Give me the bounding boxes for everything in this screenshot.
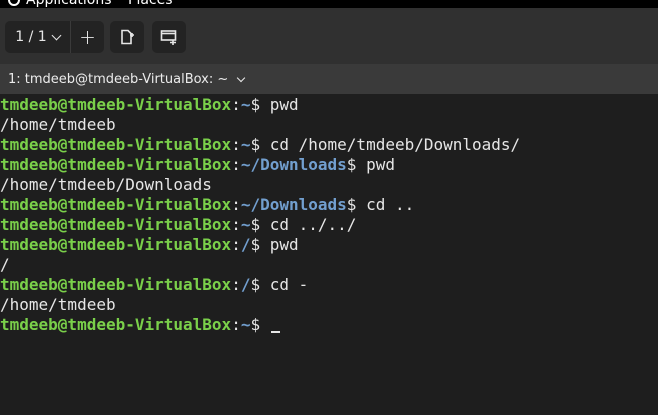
new-split-button[interactable] bbox=[110, 21, 144, 53]
chevron-down-icon bbox=[51, 30, 62, 40]
top-panel: Applications Places bbox=[0, 0, 658, 8]
prompt-symbol: $ bbox=[250, 215, 270, 234]
prompt-separator: : bbox=[231, 235, 241, 254]
prompt-line: tmdeeb@tmdeeb-VirtualBox:~$ cd /home/tmd… bbox=[0, 135, 658, 155]
prompt-symbol: $ bbox=[250, 135, 270, 154]
new-split-icon bbox=[121, 29, 134, 45]
applications-label: Applications bbox=[26, 0, 112, 8]
places-menu[interactable]: Places bbox=[128, 0, 173, 8]
chevron-down-icon bbox=[237, 73, 246, 82]
command-text: pwd bbox=[366, 155, 395, 174]
tab-count-dropdown[interactable]: 1 / 1 bbox=[5, 21, 71, 53]
tab-bar: 1: tmdeeb@tmdeeb-VirtualBox: ~ bbox=[0, 64, 658, 94]
prompt-user-host: tmdeeb@tmdeeb-VirtualBox bbox=[0, 315, 232, 334]
command-text: cd ../../ bbox=[269, 215, 357, 234]
terminal-output[interactable]: tmdeeb@tmdeeb-VirtualBox:~$ pwd/home/tmd… bbox=[0, 94, 658, 415]
prompt-line: tmdeeb@tmdeeb-VirtualBox:~$ bbox=[0, 315, 658, 335]
places-label: Places bbox=[128, 0, 173, 8]
prompt-line: tmdeeb@tmdeeb-VirtualBox:~/Downloads$ pw… bbox=[0, 155, 658, 175]
prompt-symbol: $ bbox=[250, 275, 270, 294]
prompt-line: tmdeeb@tmdeeb-VirtualBox:/$ cd - bbox=[0, 275, 658, 295]
prompt-separator: : bbox=[231, 135, 241, 154]
text-cursor bbox=[270, 331, 280, 333]
prompt-separator: : bbox=[231, 275, 241, 294]
prompt-separator: : bbox=[231, 155, 241, 174]
prompt-symbol: $ bbox=[250, 95, 270, 114]
prompt-separator: : bbox=[231, 95, 241, 114]
prompt-user-host: tmdeeb@tmdeeb-VirtualBox bbox=[0, 235, 232, 254]
prompt-separator: : bbox=[231, 195, 241, 214]
new-window-button[interactable] bbox=[152, 21, 186, 53]
output-line: /home/tmdeeb bbox=[0, 295, 116, 314]
command-text: cd /home/tmdeeb/Downloads/ bbox=[269, 135, 521, 154]
prompt-user-host: tmdeeb@tmdeeb-VirtualBox bbox=[0, 135, 232, 154]
prompt-directory: ~/Downloads bbox=[240, 155, 347, 174]
output-line: / bbox=[0, 255, 10, 274]
prompt-separator: : bbox=[231, 215, 241, 234]
tab-1[interactable]: 1: tmdeeb@tmdeeb-VirtualBox: ~ bbox=[8, 64, 246, 94]
prompt-directory: ~/Downloads bbox=[240, 195, 347, 214]
prompt-user-host: tmdeeb@tmdeeb-VirtualBox bbox=[0, 275, 232, 294]
prompt-separator: : bbox=[231, 315, 241, 334]
tab-switcher: 1 / 1 + bbox=[5, 21, 104, 53]
prompt-user-host: tmdeeb@tmdeeb-VirtualBox bbox=[0, 195, 232, 214]
plus-icon: + bbox=[79, 25, 96, 49]
terminal-toolbar: 1 / 1 + bbox=[0, 8, 658, 64]
tab-count-label: 1 / 1 bbox=[15, 29, 47, 45]
tab-title-label: 1: tmdeeb@tmdeeb-VirtualBox: ~ bbox=[8, 71, 229, 87]
prompt-user-host: tmdeeb@tmdeeb-VirtualBox bbox=[0, 95, 232, 114]
prompt-user-host: tmdeeb@tmdeeb-VirtualBox bbox=[0, 215, 232, 234]
prompt-line: tmdeeb@tmdeeb-VirtualBox:/$ pwd bbox=[0, 235, 658, 255]
prompt-symbol: $ bbox=[346, 195, 367, 214]
prompt-symbol: $ bbox=[346, 155, 367, 174]
command-text: pwd bbox=[269, 235, 299, 254]
command-text: cd - bbox=[269, 275, 309, 294]
prompt-line: tmdeeb@tmdeeb-VirtualBox:~/Downloads$ cd… bbox=[0, 195, 658, 215]
prompt-line: tmdeeb@tmdeeb-VirtualBox:~$ pwd bbox=[0, 95, 658, 115]
output-line: /home/tmdeeb bbox=[0, 115, 116, 134]
applications-icon bbox=[8, 0, 20, 6]
prompt-symbol: $ bbox=[250, 235, 270, 254]
command-text: cd .. bbox=[366, 195, 415, 214]
prompt-user-host: tmdeeb@tmdeeb-VirtualBox bbox=[0, 155, 232, 174]
applications-menu[interactable]: Applications bbox=[8, 0, 112, 8]
prompt-symbol: $ bbox=[250, 315, 270, 334]
command-text: pwd bbox=[269, 95, 299, 114]
new-window-icon bbox=[160, 30, 177, 45]
prompt-line: tmdeeb@tmdeeb-VirtualBox:~$ cd ../../ bbox=[0, 215, 658, 235]
output-line: /home/tmdeeb/Downloads bbox=[0, 175, 212, 194]
add-tab-button[interactable]: + bbox=[71, 21, 104, 53]
